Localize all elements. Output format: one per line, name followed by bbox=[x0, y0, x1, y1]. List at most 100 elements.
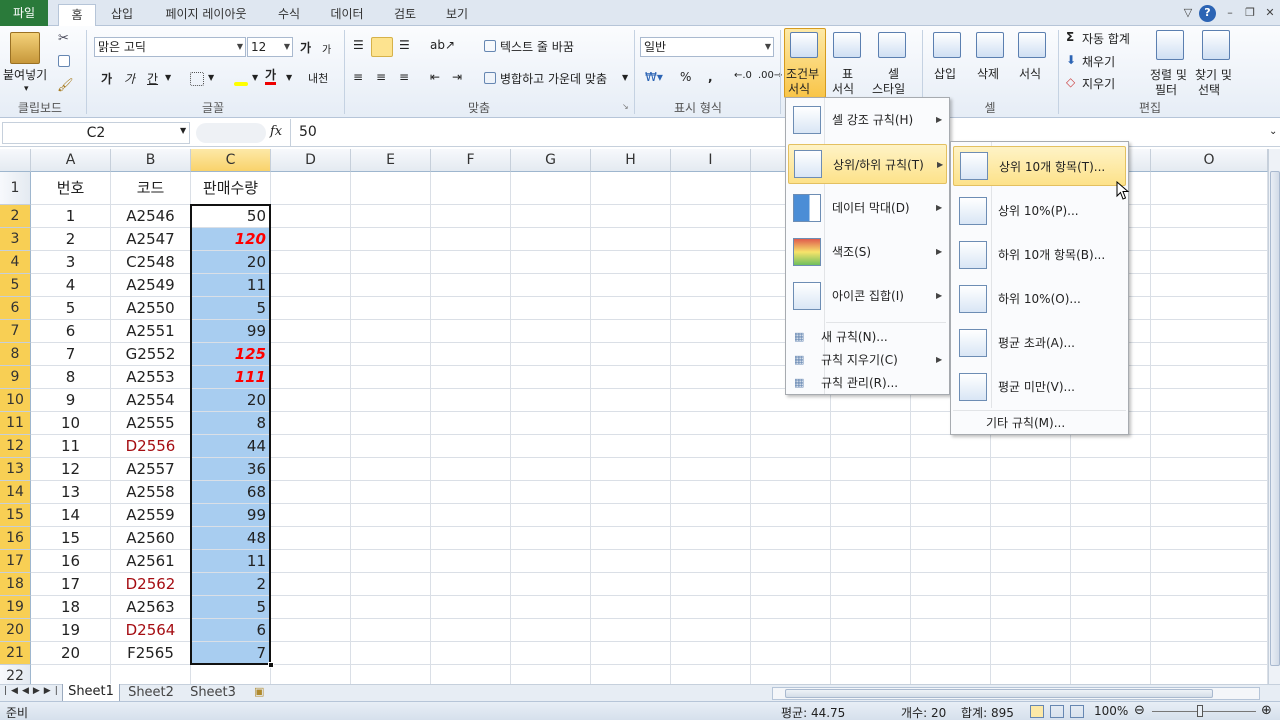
cell-sales-qty[interactable]: 99 bbox=[191, 320, 271, 343]
cell-sales-qty[interactable]: 50 bbox=[191, 205, 271, 228]
cell[interactable] bbox=[1151, 573, 1268, 596]
cell[interactable] bbox=[431, 251, 511, 274]
chevron-down-icon[interactable]: ▼ bbox=[286, 73, 292, 82]
cell[interactable] bbox=[911, 435, 991, 458]
font-size-combo[interactable]: 12 ▼ bbox=[247, 37, 293, 57]
cell-code[interactable]: A2559 bbox=[111, 504, 191, 527]
menu-item-bottom-10-items[interactable]: 하위 10개 항목(B)... bbox=[953, 235, 1126, 275]
cell[interactable] bbox=[1071, 435, 1151, 458]
cell[interactable] bbox=[351, 366, 431, 389]
cell[interactable] bbox=[1151, 412, 1268, 435]
cell[interactable] bbox=[991, 596, 1071, 619]
row-header[interactable]: 4 bbox=[0, 251, 31, 274]
paste-dropdown-icon[interactable]: ▾ bbox=[24, 84, 29, 94]
cell[interactable] bbox=[591, 619, 671, 642]
cell[interactable] bbox=[751, 527, 831, 550]
insert-cells-icon[interactable] bbox=[933, 32, 961, 58]
cell[interactable] bbox=[511, 297, 591, 320]
column-header-a[interactable]: A bbox=[31, 149, 111, 172]
cell[interactable] bbox=[351, 172, 431, 205]
vertical-scroll-thumb[interactable] bbox=[1270, 171, 1280, 666]
row-header[interactable]: 6 bbox=[0, 297, 31, 320]
cell[interactable] bbox=[431, 435, 511, 458]
cell[interactable] bbox=[271, 320, 351, 343]
cell[interactable] bbox=[911, 596, 991, 619]
cell-number[interactable]: 1 bbox=[31, 205, 111, 228]
cell[interactable] bbox=[1071, 458, 1151, 481]
cell[interactable] bbox=[831, 550, 911, 573]
cell-code[interactable]: D2562 bbox=[111, 573, 191, 596]
cell[interactable] bbox=[1151, 642, 1268, 665]
tab-insert[interactable]: 삽입 bbox=[103, 4, 141, 26]
row-header[interactable]: 18 bbox=[0, 573, 31, 596]
cell-code[interactable]: A2561 bbox=[111, 550, 191, 573]
cell[interactable] bbox=[431, 389, 511, 412]
cell[interactable] bbox=[1151, 297, 1268, 320]
cell-code[interactable]: D2556 bbox=[111, 435, 191, 458]
cell[interactable] bbox=[351, 458, 431, 481]
cell[interactable] bbox=[351, 619, 431, 642]
cell[interactable] bbox=[751, 596, 831, 619]
format-as-table-icon[interactable] bbox=[833, 32, 861, 58]
cell[interactable] bbox=[511, 504, 591, 527]
cell-sales-qty[interactable]: 5 bbox=[191, 596, 271, 619]
cell[interactable] bbox=[591, 343, 671, 366]
autosum-icon[interactable]: Σ bbox=[1066, 30, 1074, 44]
cell-number[interactable]: 14 bbox=[31, 504, 111, 527]
cell[interactable] bbox=[591, 320, 671, 343]
menu-item-below-average[interactable]: 평균 미만(V)... bbox=[953, 367, 1126, 407]
delete-cells-label[interactable]: 삭제 bbox=[977, 65, 999, 82]
cell[interactable] bbox=[671, 205, 751, 228]
cell-code[interactable]: A2551 bbox=[111, 320, 191, 343]
cell[interactable] bbox=[431, 481, 511, 504]
sort-filter-icon[interactable] bbox=[1156, 30, 1184, 60]
cell[interactable] bbox=[351, 412, 431, 435]
align-top-icon[interactable]: ☰ bbox=[353, 38, 364, 52]
tab-file[interactable]: 파일 bbox=[0, 0, 48, 26]
cell[interactable] bbox=[511, 172, 591, 205]
cell[interactable] bbox=[671, 481, 751, 504]
cell[interactable] bbox=[991, 527, 1071, 550]
format-cells-icon[interactable] bbox=[1018, 32, 1046, 58]
cell-number[interactable]: 18 bbox=[31, 596, 111, 619]
cell[interactable] bbox=[271, 343, 351, 366]
cell[interactable] bbox=[1071, 504, 1151, 527]
cell[interactable] bbox=[271, 389, 351, 412]
cell[interactable] bbox=[271, 642, 351, 665]
chevron-down-icon[interactable]: ▼ bbox=[180, 126, 186, 135]
cell-sales-qty[interactable]: 8 bbox=[191, 412, 271, 435]
cell[interactable] bbox=[431, 619, 511, 642]
menu-item-highlight-rules[interactable]: 셀 강조 규칙(H) ▶ bbox=[788, 100, 947, 140]
cell-sales-qty[interactable]: 44 bbox=[191, 435, 271, 458]
cell[interactable] bbox=[271, 504, 351, 527]
cell-number[interactable]: 6 bbox=[31, 320, 111, 343]
cell[interactable] bbox=[431, 573, 511, 596]
cell[interactable] bbox=[431, 550, 511, 573]
row-header[interactable]: 9 bbox=[0, 366, 31, 389]
row-header[interactable]: 20 bbox=[0, 619, 31, 642]
cell[interactable] bbox=[431, 527, 511, 550]
cell[interactable] bbox=[911, 481, 991, 504]
cell[interactable] bbox=[591, 366, 671, 389]
cell[interactable] bbox=[431, 172, 511, 205]
cell[interactable] bbox=[911, 458, 991, 481]
cell[interactable] bbox=[1071, 596, 1151, 619]
zoom-in-icon[interactable]: ⊕ bbox=[1261, 703, 1272, 718]
cell[interactable] bbox=[511, 320, 591, 343]
page-break-view-icon[interactable] bbox=[1070, 705, 1084, 718]
comma-button[interactable]: , bbox=[708, 70, 713, 84]
menu-item-top-bottom-rules[interactable]: 상위/하위 규칙(T) ▶ bbox=[788, 144, 947, 184]
cell[interactable] bbox=[671, 343, 751, 366]
cell-sales-qty[interactable]: 68 bbox=[191, 481, 271, 504]
zoom-slider-track[interactable] bbox=[1152, 711, 1256, 712]
cell[interactable] bbox=[591, 228, 671, 251]
tab-review[interactable]: 검토 bbox=[386, 4, 424, 26]
sheet-nav-arrows-icon[interactable]: |◀◀▶▶| bbox=[4, 686, 62, 696]
cell[interactable] bbox=[1071, 550, 1151, 573]
page-layout-view-icon[interactable] bbox=[1050, 705, 1064, 718]
cell-number[interactable]: 10 bbox=[31, 412, 111, 435]
cell[interactable] bbox=[911, 527, 991, 550]
cell[interactable] bbox=[751, 619, 831, 642]
cell[interactable] bbox=[431, 642, 511, 665]
cell-sales-qty[interactable]: 20 bbox=[191, 389, 271, 412]
